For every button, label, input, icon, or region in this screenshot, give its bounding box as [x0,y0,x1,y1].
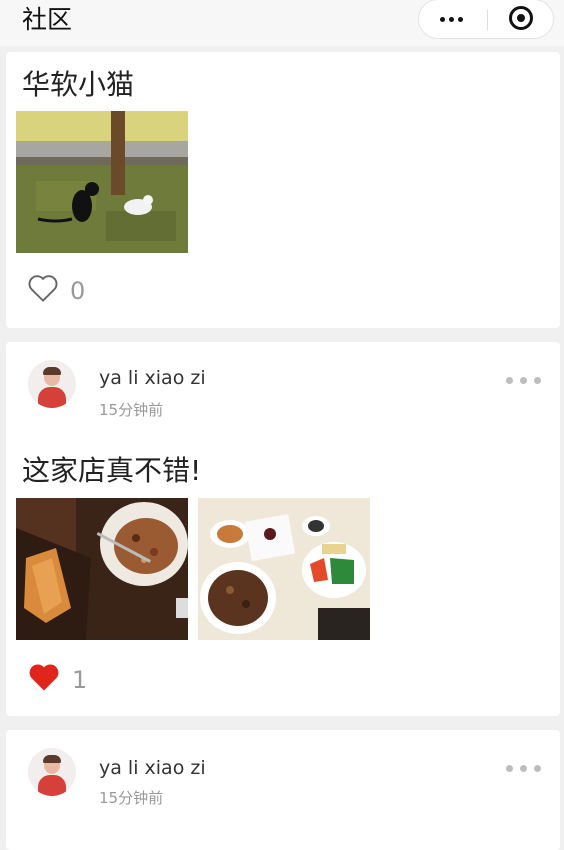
post-card: 华软小猫 0 [6,52,560,328]
post-card: ya li xiao zi 15分钟前 这家店真不错! 1 [6,342,560,716]
close-miniprogram-icon[interactable] [488,0,554,38]
post-card: ya li xiao zi 15分钟前 [6,730,560,850]
post-text: 华软小猫 [22,68,135,101]
page-title: 社区 [22,5,73,34]
post-text: 这家店真不错! [22,454,202,487]
post-photo-cats[interactable] [16,111,188,253]
username[interactable]: ya li xiao zi [99,756,206,780]
heart-filled-icon[interactable] [26,660,62,696]
post-time: 15分钟前 [99,789,164,807]
username[interactable]: ya li xiao zi [99,366,206,390]
heart-outline-icon[interactable] [26,272,60,306]
nav-bar: 社区 [0,0,564,46]
miniprogram-capsule [418,0,554,39]
post-photo-food-1[interactable] [16,498,188,640]
like-count: 1 [72,666,88,694]
more-options-icon[interactable] [504,762,544,776]
like-count: 0 [70,277,86,305]
post-time: 15分钟前 [99,401,164,419]
avatar[interactable] [28,748,76,796]
more-menu-icon[interactable] [419,0,487,38]
post-photo-food-2[interactable] [198,498,370,640]
avatar[interactable] [28,360,76,408]
more-options-icon[interactable] [504,374,544,388]
